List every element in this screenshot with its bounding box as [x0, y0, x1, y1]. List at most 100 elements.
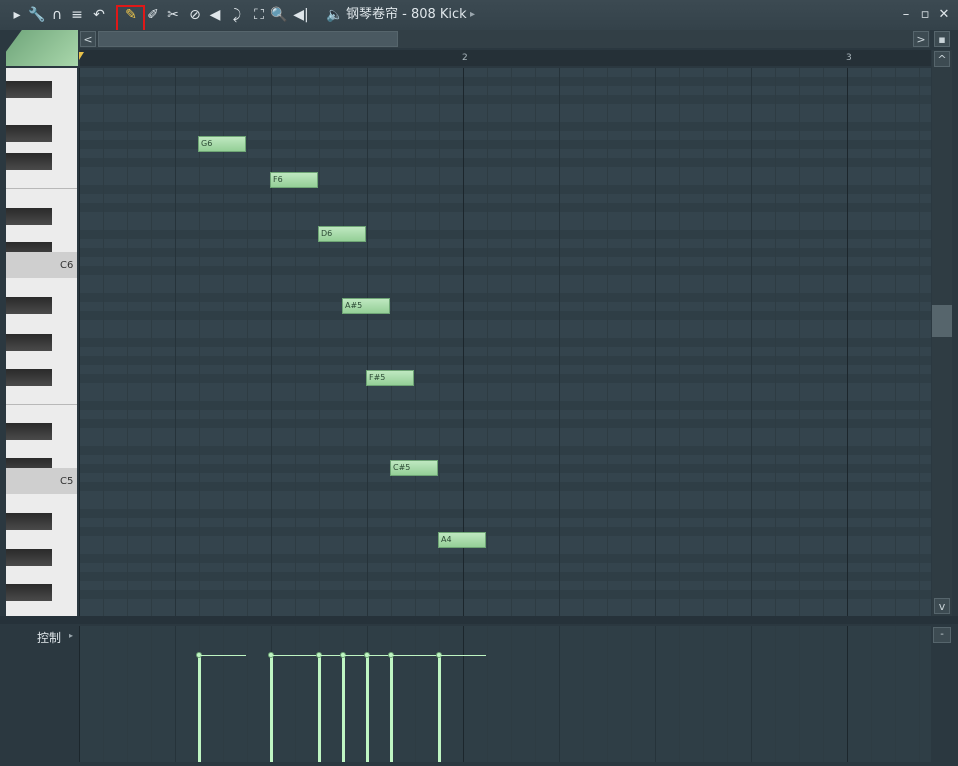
velocity-bar[interactable] [318, 656, 321, 762]
vertical-scroll-thumb[interactable] [932, 305, 952, 337]
menu-arrow-icon[interactable]: ▸ [8, 6, 26, 24]
control-arrow-icon[interactable]: ▸ [69, 631, 73, 640]
black-key[interactable] [6, 125, 52, 142]
panel-splitter[interactable] [0, 616, 958, 624]
grid-row [79, 608, 931, 616]
note-csharp5[interactable]: C#5 [390, 460, 438, 476]
grid-line [871, 626, 872, 762]
horizontal-scroll-thumb[interactable] [98, 31, 398, 47]
black-key[interactable] [6, 513, 52, 530]
note-fsharp5[interactable]: F#5 [366, 370, 414, 386]
playhead-marker[interactable] [79, 52, 89, 60]
grid-line [799, 68, 800, 616]
octave-divider [6, 188, 77, 189]
grid-line [559, 68, 560, 616]
black-key[interactable] [6, 208, 52, 225]
velocity-bar[interactable] [270, 656, 273, 762]
grid-line [319, 68, 320, 616]
snap-corner-button[interactable] [6, 30, 78, 66]
grid-line [127, 626, 128, 762]
mute-icon[interactable]: ◀ [206, 6, 224, 24]
grid-line [391, 68, 392, 616]
list-icon[interactable]: ≡ [68, 6, 86, 24]
velocity-bar[interactable] [438, 656, 441, 762]
playback-icon[interactable]: ◀| [292, 6, 310, 24]
note-f6[interactable]: F6 [270, 172, 318, 188]
black-key[interactable] [6, 81, 52, 98]
zoom-icon[interactable]: 🔍 [270, 6, 288, 24]
black-key[interactable] [6, 153, 52, 170]
piano-keyboard[interactable]: C6 C5 [6, 68, 77, 616]
black-key[interactable] [6, 369, 52, 386]
grid-line [679, 68, 680, 616]
black-key[interactable] [6, 334, 52, 351]
scroll-left-button[interactable]: < [80, 31, 96, 47]
maximize-button[interactable]: ▫ [916, 6, 934, 24]
grid-line [919, 626, 920, 762]
paint-icon[interactable]: ✐ [144, 6, 162, 24]
grid-line [223, 626, 224, 762]
grid-line [631, 626, 632, 762]
minimize-button[interactable]: – [897, 6, 915, 24]
erase-icon[interactable]: ✂ [164, 6, 182, 24]
grid-line [799, 626, 800, 762]
grid-line [271, 68, 272, 616]
velocity-bar[interactable] [342, 656, 345, 762]
grid-line [919, 68, 920, 616]
grid-line [655, 68, 656, 616]
velocity-length-line [393, 655, 438, 656]
grid-line [535, 68, 536, 616]
grid-line [727, 68, 728, 616]
wrench-icon[interactable]: 🔧 [28, 6, 46, 24]
grid-line [847, 626, 848, 762]
scroll-up-button[interactable]: ^ [934, 51, 950, 67]
scroll-right-button[interactable]: > [913, 31, 929, 47]
note-asharp5[interactable]: A#5 [342, 298, 390, 314]
scroll-down-button[interactable]: v [934, 598, 950, 614]
undo-icon[interactable]: ↶ [90, 6, 108, 24]
ruler-bar-3: 3 [846, 53, 852, 63]
black-key[interactable] [6, 423, 52, 440]
delete-icon[interactable]: ⊘ [186, 6, 204, 24]
grid-line [487, 626, 488, 762]
grid-line [703, 68, 704, 616]
slice-icon[interactable]: ⤸ [228, 6, 246, 24]
grid-line [103, 68, 104, 616]
speaker-icon[interactable]: 🔈 [326, 6, 344, 24]
grid-line [175, 68, 176, 616]
select-icon[interactable]: ⛶ [250, 6, 268, 24]
velocity-bar[interactable] [366, 656, 369, 762]
timeline-ruler[interactable] [80, 50, 931, 66]
grid-line [823, 626, 824, 762]
grid-line [79, 626, 80, 762]
note-g6[interactable]: G6 [198, 136, 246, 152]
grid-line [343, 68, 344, 616]
grid-line [655, 626, 656, 762]
velocity-area[interactable] [79, 626, 931, 762]
black-key[interactable] [6, 549, 52, 566]
grid-line [151, 68, 152, 616]
grid-line [631, 68, 632, 616]
grid-line [727, 626, 728, 762]
pencil-tool-highlight [116, 5, 145, 33]
note-d6[interactable]: D6 [318, 226, 366, 242]
black-key[interactable] [6, 297, 52, 314]
grid-line [511, 68, 512, 616]
magnet-icon[interactable]: ∩ [48, 6, 66, 24]
close-button[interactable]: ✕ [935, 6, 953, 24]
grid-line [487, 68, 488, 616]
grid-line [247, 68, 248, 616]
control-label[interactable]: 控制 [37, 629, 61, 646]
black-key[interactable] [6, 584, 52, 601]
grid-line [463, 626, 464, 762]
velocity-bar[interactable] [198, 656, 201, 762]
grid-line [535, 626, 536, 762]
note-a4[interactable]: A4 [438, 532, 486, 548]
note-grid[interactable]: G6 F6 D6 A#5 F#5 C#5 A4 [79, 68, 931, 616]
velocity-bar[interactable] [390, 656, 393, 762]
collapse-button[interactable]: - [933, 627, 951, 643]
title-arrow-icon[interactable]: ▸ [470, 6, 475, 24]
grid-line [775, 626, 776, 762]
menu-button[interactable]: ▪ [934, 31, 950, 47]
velocity-length-line [441, 655, 486, 656]
